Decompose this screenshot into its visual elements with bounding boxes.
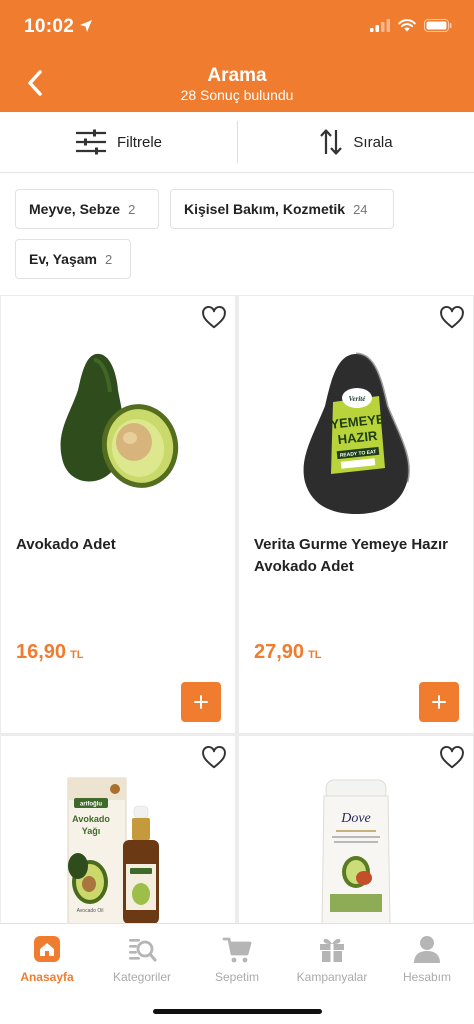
tab-label: Anasayfa [20,970,74,984]
sort-arrows-icon [320,129,343,155]
status-bar: 10:02 [0,0,474,56]
product-name: Verita Gurme Yemeye Hazır Avokado Adet [254,536,449,575]
status-time: 10:02 [24,16,75,37]
cart-icon [222,937,252,963]
tab-label: Kategoriler [112,970,172,984]
page-title: Arama [207,65,267,86]
chip-kisisel-bakim[interactable]: Kişisel Bakım, Kozmetik 24 [170,189,394,229]
plus-icon [432,695,446,709]
product-image-avocado-oil: arifoğlu Avokado Yağı Avocado Oil [67,777,159,923]
price-value: 27,90 [254,641,305,663]
product-card[interactable]: Verité YEMEYE HAZIR READY TO EAT Verita … [239,296,473,733]
product-card[interactable]: Avokado Adet 16,90 TL [1,296,235,733]
product-price: 27,90 TL [254,641,322,664]
chip-label: Ev, Yaşam [29,251,97,267]
product-image-verita-avocado: Verité YEMEYE HAZIR READY TO EAT [303,352,410,514]
product-price: 16,90 TL [16,641,84,664]
status-icons [370,19,452,32]
location-arrow-icon [80,20,92,32]
label-brand: Verité [349,395,367,403]
tab-kategoriler[interactable]: Kategoriler [95,934,189,984]
heart-icon[interactable] [201,745,227,771]
signal-icon [370,19,390,32]
tab-label: Hesabım [402,970,452,984]
result-count: 28 Sonuç bulundu [180,87,294,103]
bottle-brand: Dove [340,811,371,826]
product-image-avocado [60,353,179,488]
product-grid: Avokado Adet 16,90 TL Verité YEMEYE HAZIR… [0,295,474,923]
chip-label: Kişisel Bakım, Kozmetik [184,201,346,217]
box-title2: Yağı [82,826,101,836]
app-header: 10:02 Arama 28 Sonuç bulundu [0,0,474,112]
chip-count: 2 [104,251,113,267]
product-image-dove-conditioner: Dove [321,779,391,923]
product-name: Avokado Adet [16,536,116,553]
box-small-text: Avocado Oil [77,908,104,914]
add-to-cart-button[interactable] [419,682,459,722]
heart-icon[interactable] [439,745,465,771]
filter-button[interactable]: Filtrele [0,112,237,172]
tab-kampanyalar[interactable]: Kampanyalar [285,934,379,984]
price-currency: TL [308,649,322,661]
product-card[interactable]: Dove [239,736,473,923]
price-value: 16,90 [16,641,67,663]
price-currency: TL [70,649,84,661]
heart-icon[interactable] [439,305,465,331]
box-brand: arifoğlu [80,802,102,808]
chip-count: 24 [353,201,368,217]
wifi-icon [398,19,416,32]
battery-icon [424,19,452,32]
sliders-icon [75,129,106,155]
chip-count: 2 [128,201,136,217]
filter-sort-bar: Filtrele Sırala [0,112,474,173]
category-search-icon [129,939,157,962]
nav-bar: Arama 28 Sonuç bulundu [0,56,474,112]
add-to-cart-button[interactable] [181,682,221,722]
plus-icon [194,695,208,709]
product-card[interactable]: arifoğlu Avokado Yağı Avocado Oil [1,736,235,923]
chip-label: Meyve, Sebze [29,201,121,217]
tab-label: Sepetim [214,970,260,984]
sort-button[interactable]: Sırala [238,112,474,172]
gift-icon [320,938,344,962]
tab-anasayfa[interactable]: Anasayfa [0,934,94,984]
tab-hesabim[interactable]: Hesabım [380,934,474,984]
chip-ev-yasam[interactable]: Ev, Yaşam 2 [15,239,131,279]
sort-label: Sırala [353,133,393,151]
category-chips: Meyve, Sebze 2 Kişisel Bakım, Kozmetik 2… [0,173,474,295]
box-title1: Avokado [72,814,110,824]
home-icon [34,936,60,962]
heart-icon[interactable] [201,305,227,331]
filter-label: Filtrele [116,133,162,151]
home-indicator [153,1009,322,1014]
tab-sepetim[interactable]: Sepetim [190,934,284,984]
tab-label: Kampanyalar [296,970,368,984]
chip-meyve-sebze[interactable]: Meyve, Sebze 2 [15,189,159,229]
user-icon [414,936,440,963]
